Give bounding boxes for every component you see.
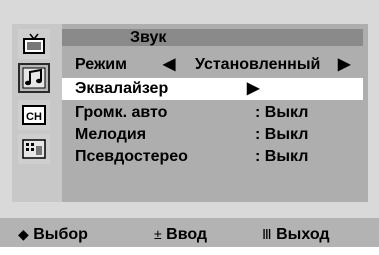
enter-icon: ± — [154, 226, 162, 242]
tv-picture-icon[interactable] — [18, 29, 50, 59]
mode-value: Установленный — [195, 56, 321, 73]
menu-item-auto-volume[interactable]: Громк. авто : Выкл — [62, 102, 363, 124]
select-updown-icon: ◆ — [18, 226, 29, 242]
submenu-arrow-icon: ▶ — [247, 80, 260, 97]
menu-title: Звук — [130, 29, 167, 46]
exit-icon: Ⅲ — [262, 226, 272, 242]
mode-label: Режим — [75, 56, 127, 73]
footer-exit-label: Выход — [276, 226, 330, 243]
footer-exit: Ⅲ Выход — [262, 225, 330, 244]
arrow-left-icon[interactable]: ◀ — [163, 54, 175, 76]
footer-select: ◆ Выбор — [18, 225, 88, 244]
channel-icon[interactable]: CH — [18, 100, 50, 130]
osd-screen: CH Звук Режим ◀ Установленный ▶ Эквалайз… — [0, 0, 379, 255]
setup-icon[interactable] — [18, 134, 50, 164]
pseudo-stereo-label: Псевдостерео — [75, 148, 188, 165]
menu-header — [62, 29, 363, 46]
pseudo-stereo-value: : Выкл — [255, 148, 309, 165]
arrow-right-icon[interactable]: ▶ — [338, 54, 350, 76]
menu-item-equalizer[interactable]: Эквалайзер ▶ — [62, 78, 363, 100]
menu-item-pseudo-stereo[interactable]: Псевдостерео : Выкл — [62, 146, 363, 168]
footer-enter: ± Ввод — [154, 225, 207, 244]
auto-volume-label: Громк. авто — [75, 104, 168, 121]
equalizer-label: Эквалайзер — [75, 80, 169, 97]
footer-enter-label: Ввод — [166, 226, 208, 243]
melody-value: : Выкл — [255, 126, 309, 143]
footer-select-label: Выбор — [33, 226, 88, 243]
auto-volume-value: : Выкл — [255, 104, 309, 121]
menu-item-mode[interactable]: Режим ◀ Установленный ▶ — [62, 54, 363, 76]
melody-label: Мелодия — [75, 126, 147, 143]
svg-text:CH: CH — [26, 111, 42, 123]
sound-icon[interactable] — [18, 63, 50, 93]
menu-item-melody[interactable]: Мелодия : Выкл — [62, 124, 363, 146]
